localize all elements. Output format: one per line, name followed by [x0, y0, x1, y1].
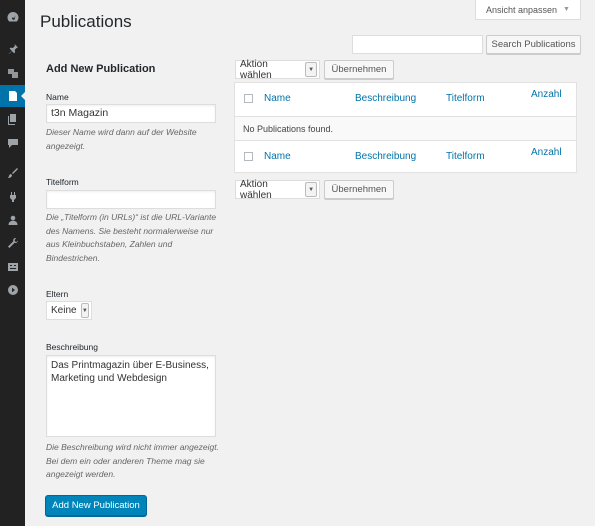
publications-table: Name Beschreibung Titelform Anzahl No Pu…	[234, 82, 577, 173]
slug-field[interactable]	[46, 190, 216, 209]
settings-icon[interactable]	[0, 256, 25, 278]
bulk-action-value: Aktion wählen	[240, 58, 272, 81]
bulk-action-select-bottom[interactable]: Aktion wählen ▼	[235, 178, 320, 201]
column-name[interactable]: Name	[264, 93, 291, 104]
appearance-icon[interactable]	[0, 162, 25, 184]
parent-label: Eltern	[46, 289, 69, 299]
column-description-footer[interactable]: Beschreibung	[355, 151, 416, 162]
tools-icon[interactable]	[0, 232, 25, 254]
screen-options-label: Ansicht anpassen	[486, 4, 558, 15]
table-row: No Publications found.	[235, 116, 576, 141]
slug-label: Titelform	[46, 177, 79, 187]
search-button[interactable]: Search Publications	[486, 35, 581, 54]
media-icon[interactable]	[0, 62, 25, 84]
description-hint: Die Beschreibung wird nicht immer angeze…	[46, 442, 219, 479]
select-all-checkbox-footer[interactable]	[244, 152, 253, 161]
name-field[interactable]: t3n Magazin	[46, 104, 216, 123]
empty-message: No Publications found.	[243, 124, 334, 134]
apply-button-bottom[interactable]: Übernehmen	[324, 180, 394, 199]
search-input[interactable]	[352, 35, 483, 54]
chevron-down-icon: ▼	[563, 6, 570, 13]
parent-select-value: Keine	[51, 305, 77, 316]
page-icon[interactable]	[0, 85, 26, 107]
table-header-row: Name Beschreibung Titelform Anzahl	[235, 83, 576, 116]
page-title: Publications	[40, 12, 132, 31]
admin-sidebar	[0, 0, 26, 526]
apply-button-top[interactable]: Übernehmen	[324, 60, 394, 79]
chevron-down-icon: ▼	[80, 303, 89, 318]
dashboard-icon[interactable]	[0, 6, 25, 28]
table-footer-row: Name Beschreibung Titelform Anzahl	[235, 141, 576, 173]
column-name-footer[interactable]: Name	[264, 151, 291, 162]
column-slug-footer[interactable]: Titelform	[446, 151, 485, 162]
column-count-footer[interactable]: Anzahl	[531, 147, 562, 158]
description-label: Beschreibung	[46, 342, 98, 352]
description-textarea[interactable]: Das Printmagazin über E-Business, Market…	[46, 355, 216, 437]
column-count[interactable]: Anzahl	[531, 89, 562, 100]
column-slug[interactable]: Titelform	[446, 93, 485, 104]
name-label: Name	[46, 92, 69, 102]
parent-select[interactable]: Keine ▼	[46, 301, 92, 320]
select-all-checkbox[interactable]	[244, 94, 253, 103]
comments-icon[interactable]	[0, 132, 25, 154]
chevron-down-icon: ▼	[305, 62, 317, 77]
form-title: Add New Publication	[46, 63, 156, 75]
bulk-action-select-top[interactable]: Aktion wählen ▼	[235, 58, 320, 81]
pages-icon[interactable]	[0, 108, 25, 130]
play-icon[interactable]	[0, 279, 25, 301]
users-icon[interactable]	[0, 209, 25, 231]
chevron-down-icon: ▼	[305, 182, 317, 197]
pin-icon[interactable]	[0, 38, 25, 60]
plugins-icon[interactable]	[0, 186, 25, 208]
bulk-action-value: Aktion wählen	[240, 178, 272, 201]
column-description[interactable]: Beschreibung	[355, 93, 416, 104]
screen-options-button[interactable]: Ansicht anpassen ▼	[475, 0, 581, 20]
add-publication-button[interactable]: Add New Publication	[45, 495, 147, 516]
active-indicator	[21, 91, 26, 101]
name-description: Dieser Name wird dann auf der Website an…	[46, 127, 197, 151]
slug-description: Die „Titelform (in URLs)“ ist die URL-Va…	[46, 212, 217, 263]
